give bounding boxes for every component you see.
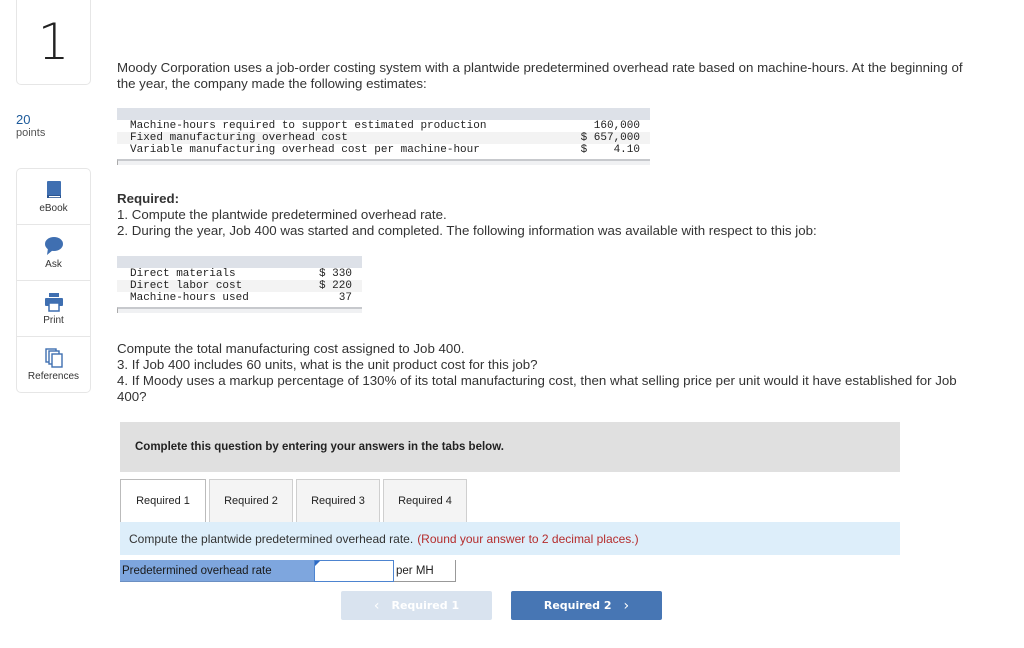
- previous-label: Required 1: [391, 599, 460, 612]
- next-button[interactable]: Required 2 ›: [511, 591, 662, 620]
- answer-row: Predetermined overhead rate per MH: [120, 560, 456, 582]
- job-table: Direct materials $ 330 Direct labor cost…: [117, 256, 362, 313]
- previous-button[interactable]: ‹ Required 1: [341, 591, 492, 620]
- requirement-line-4: 4. If Moody uses a markup percentage of …: [117, 373, 957, 404]
- table-row: Direct labor cost $ 220: [117, 280, 362, 292]
- required-item-2: 2. During the year, Job 400 was started …: [117, 223, 817, 238]
- chevron-left-icon: ‹: [373, 597, 380, 614]
- row-value: 37: [318, 292, 352, 304]
- required-item-1: 1. Compute the plantwide predetermined o…: [117, 207, 447, 222]
- row-label: Direct labor cost: [130, 280, 243, 292]
- book-icon: [44, 180, 64, 200]
- table-header: [117, 256, 362, 268]
- tab-required-4[interactable]: Required 4: [383, 479, 467, 522]
- tab-required-2[interactable]: Required 2: [209, 479, 293, 522]
- ebook-button[interactable]: eBook: [17, 169, 90, 225]
- row-label: Variable manufacturing overhead cost per…: [130, 144, 480, 156]
- table-footer: [117, 159, 650, 165]
- answer-tabs: Required 1 Required 2 Required 3 Require…: [120, 479, 470, 522]
- estimates-table: Machine-hours required to support estima…: [117, 108, 650, 165]
- question-number: 1: [16, 0, 91, 85]
- printer-icon: [44, 292, 64, 312]
- requirement-line-1: Compute the total manufacturing cost ass…: [117, 341, 465, 356]
- ask-label: Ask: [45, 258, 62, 270]
- table-row: Machine-hours used 37: [117, 292, 362, 304]
- documents-icon: [44, 348, 64, 368]
- unit-label: per MH: [394, 560, 456, 582]
- overhead-rate-input[interactable]: [314, 560, 394, 582]
- speech-bubble-icon: [44, 236, 64, 256]
- row-label: Machine-hours used: [130, 292, 249, 304]
- points-value: 20: [16, 112, 31, 127]
- ask-button[interactable]: Ask: [17, 225, 90, 281]
- row-label: Direct materials: [130, 268, 236, 280]
- print-label: Print: [43, 314, 64, 326]
- next-label: Required 2: [543, 599, 612, 612]
- table-footer: [117, 307, 362, 313]
- rounding-note: (Round your answer to 2 decimal places.): [417, 531, 639, 546]
- table-row: Direct materials $ 330: [117, 268, 362, 280]
- row-value: $ 330: [318, 268, 352, 280]
- table-row: Fixed manufacturing overhead cost $ 657,…: [117, 132, 650, 144]
- task-prompt: Compute the plantwide predetermined over…: [120, 522, 900, 555]
- ebook-label: eBook: [39, 202, 68, 214]
- answer-input-wrapper: [314, 560, 394, 582]
- intro-text: Moody Corporation uses a job-order costi…: [117, 60, 963, 91]
- row-value: $ 220: [318, 280, 352, 292]
- answer-label: Predetermined overhead rate: [120, 560, 314, 582]
- row-value: $ 657,000: [580, 132, 640, 144]
- table-row: Machine-hours required to support estima…: [117, 120, 650, 132]
- table-header: [117, 108, 650, 120]
- instruction-bar: Complete this question by entering your …: [120, 422, 900, 472]
- requirement-line-3: 3. If Job 400 includes 60 units, what is…: [117, 357, 538, 372]
- print-button[interactable]: Print: [17, 281, 90, 337]
- row-value: 160,000: [580, 120, 640, 132]
- tab-required-1[interactable]: Required 1: [120, 479, 206, 522]
- references-label: References: [27, 371, 80, 382]
- table-row: Variable manufacturing overhead cost per…: [117, 144, 650, 156]
- tools-panel: eBook Ask Print References: [16, 168, 91, 393]
- points-label: points: [16, 127, 46, 139]
- input-marker-icon: [315, 561, 320, 566]
- row-label: Fixed manufacturing overhead cost: [130, 132, 348, 144]
- chevron-right-icon: ›: [623, 597, 630, 614]
- references-button[interactable]: References: [17, 337, 90, 393]
- more-requirements: Compute the total manufacturing cost ass…: [117, 341, 967, 405]
- task-text: Compute the plantwide predetermined over…: [129, 531, 414, 546]
- row-value: $ 4.10: [580, 144, 640, 156]
- tab-required-3[interactable]: Required 3: [296, 479, 380, 522]
- row-label: Machine-hours required to support estima…: [130, 120, 487, 132]
- required-heading: Required:: [117, 191, 180, 206]
- required-section: Required: 1. Compute the plantwide prede…: [117, 191, 967, 239]
